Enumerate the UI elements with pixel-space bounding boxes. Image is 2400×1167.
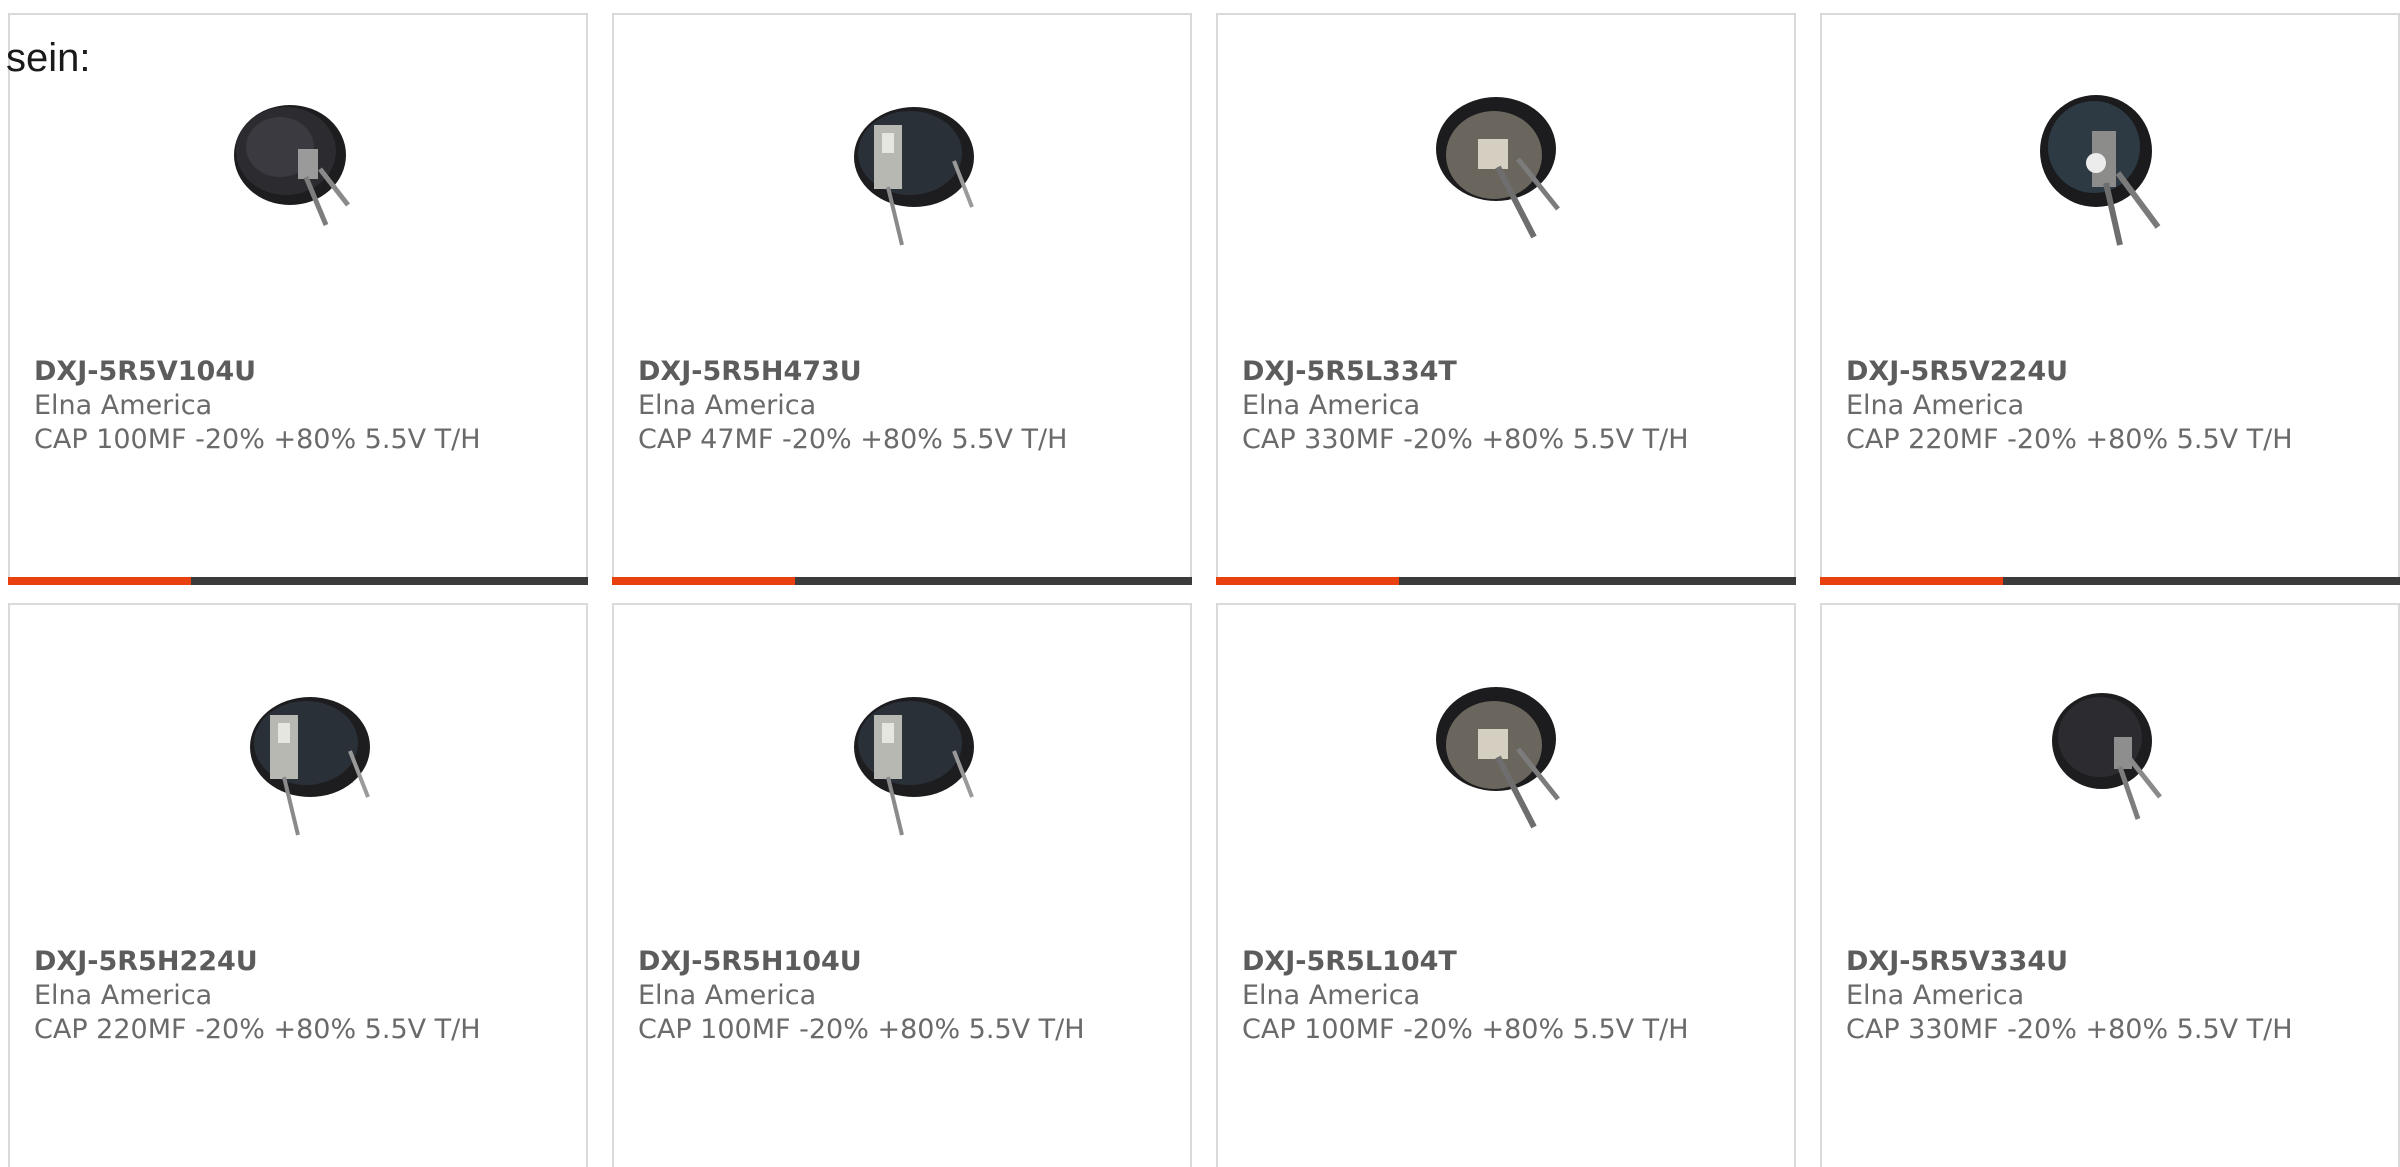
card-bar-accent xyxy=(8,577,191,585)
description-label: CAP 220MF -20% +80% 5.5V T/H xyxy=(34,1014,481,1045)
manufacturer-label: Elna America xyxy=(1846,980,2025,1011)
description-label: CAP 100MF -20% +80% 5.5V T/H xyxy=(638,1014,1085,1045)
product-info: DXJ-5R5L334T Elna America CAP 330MF -20%… xyxy=(1242,355,1778,457)
product-card[interactable]: DXJ-5R5V224U Elna America CAP 220MF -20%… xyxy=(1820,13,2400,585)
coin-capacitor-icon xyxy=(802,77,1002,277)
part-number-link[interactable]: DXJ-5R5V104U xyxy=(34,355,570,389)
product-info: DXJ-5R5V224U Elna America CAP 220MF -20%… xyxy=(1846,355,2382,457)
card-bar xyxy=(612,577,1192,585)
card-bar xyxy=(1216,577,1796,585)
coin-capacitor-icon xyxy=(2010,667,2210,867)
product-info: DXJ-5R5L104T Elna America CAP 100MF -20%… xyxy=(1242,945,1778,1047)
description-label: CAP 330MF -20% +80% 5.5V T/H xyxy=(1242,424,1689,455)
description-label: CAP 330MF -20% +80% 5.5V T/H xyxy=(1846,1014,2293,1045)
manufacturer-label: Elna America xyxy=(638,980,817,1011)
product-card[interactable]: DXJ-5R5V334U Elna America CAP 330MF -20%… xyxy=(1820,603,2400,1167)
coin-capacitor-icon xyxy=(2010,77,2210,277)
part-number-link[interactable]: DXJ-5R5H104U xyxy=(638,945,1174,979)
part-number-link[interactable]: DXJ-5R5H224U xyxy=(34,945,570,979)
part-number-link[interactable]: DXJ-5R5L104T xyxy=(1242,945,1778,979)
product-info: DXJ-5R5V104U Elna America CAP 100MF -20%… xyxy=(34,355,570,457)
manufacturer-label: Elna America xyxy=(1242,980,1421,1011)
description-label: CAP 100MF -20% +80% 5.5V T/H xyxy=(1242,1014,1689,1045)
product-grid: DXJ-5R5V104U Elna America CAP 100MF -20%… xyxy=(8,13,2400,1167)
manufacturer-label: Elna America xyxy=(34,980,213,1011)
manufacturer-label: Elna America xyxy=(34,390,213,421)
coin-capacitor-icon xyxy=(198,77,398,277)
card-bar xyxy=(8,577,588,585)
card-bar-accent xyxy=(612,577,795,585)
intro-text: sein: xyxy=(6,36,91,80)
card-bar-accent xyxy=(1216,577,1399,585)
manufacturer-label: Elna America xyxy=(1242,390,1421,421)
product-card[interactable]: DXJ-5R5V104U Elna America CAP 100MF -20%… xyxy=(8,13,588,585)
product-card[interactable]: DXJ-5R5H104U Elna America CAP 100MF -20%… xyxy=(612,603,1192,1167)
card-bar xyxy=(1820,577,2400,585)
description-label: CAP 47MF -20% +80% 5.5V T/H xyxy=(638,424,1068,455)
product-info: DXJ-5R5H473U Elna America CAP 47MF -20% … xyxy=(638,355,1174,457)
part-number-link[interactable]: DXJ-5R5V334U xyxy=(1846,945,2382,979)
product-grid-page: sein: DXJ-5R5V104U Elna America CAP 100M… xyxy=(0,0,2400,1167)
part-number-link[interactable]: DXJ-5R5V224U xyxy=(1846,355,2382,389)
product-card[interactable]: DXJ-5R5L104T Elna America CAP 100MF -20%… xyxy=(1216,603,1796,1167)
coin-capacitor-icon xyxy=(1406,77,1606,277)
description-label: CAP 100MF -20% +80% 5.5V T/H xyxy=(34,424,481,455)
manufacturer-label: Elna America xyxy=(638,390,817,421)
part-number-link[interactable]: DXJ-5R5H473U xyxy=(638,355,1174,389)
product-info: DXJ-5R5H224U Elna America CAP 220MF -20%… xyxy=(34,945,570,1047)
product-card[interactable]: DXJ-5R5H224U Elna America CAP 220MF -20%… xyxy=(8,603,588,1167)
product-card[interactable]: DXJ-5R5L334T Elna America CAP 330MF -20%… xyxy=(1216,13,1796,585)
coin-capacitor-icon xyxy=(1406,667,1606,867)
product-info: DXJ-5R5H104U Elna America CAP 100MF -20%… xyxy=(638,945,1174,1047)
card-bar-accent xyxy=(1820,577,2003,585)
coin-capacitor-icon xyxy=(198,667,398,867)
coin-capacitor-icon xyxy=(802,667,1002,867)
part-number-link[interactable]: DXJ-5R5L334T xyxy=(1242,355,1778,389)
product-info: DXJ-5R5V334U Elna America CAP 330MF -20%… xyxy=(1846,945,2382,1047)
product-card[interactable]: DXJ-5R5H473U Elna America CAP 47MF -20% … xyxy=(612,13,1192,585)
description-label: CAP 220MF -20% +80% 5.5V T/H xyxy=(1846,424,2293,455)
manufacturer-label: Elna America xyxy=(1846,390,2025,421)
